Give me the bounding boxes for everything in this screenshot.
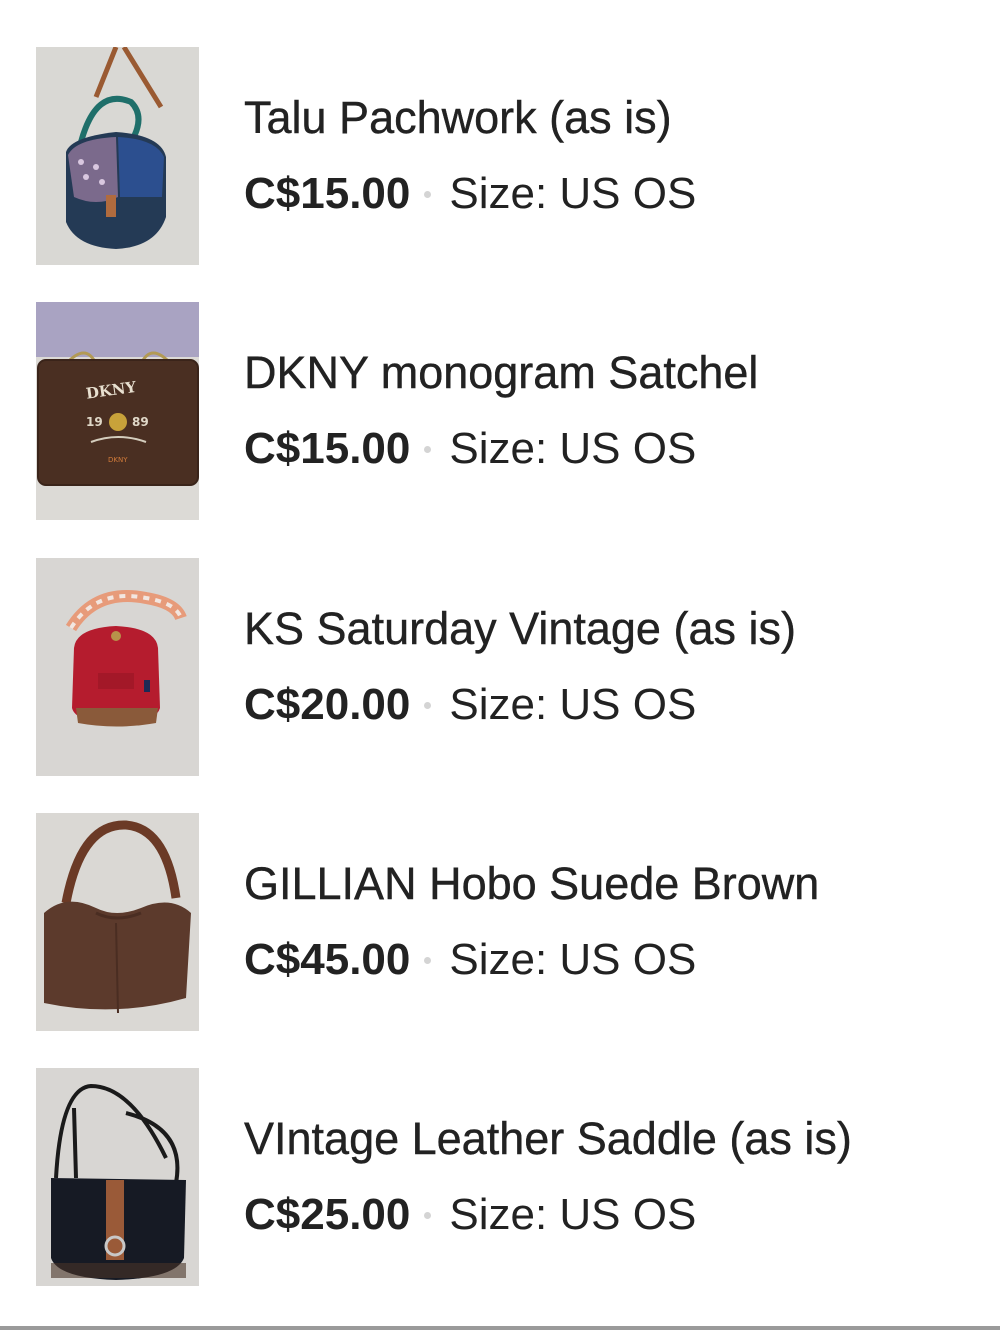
item-photo[interactable] <box>36 1068 199 1286</box>
separator-dot <box>424 1211 432 1219</box>
svg-text:19: 19 <box>86 415 103 429</box>
item-size: Size: US OS <box>449 680 697 729</box>
item-photo[interactable] <box>36 47 199 265</box>
brown-suede-hobo-bag-photo <box>36 813 199 1031</box>
item-price: C$15.00 <box>244 424 411 473</box>
item-meta: C$25.00 Size: US OS <box>244 1187 696 1243</box>
patchwork-crossbody-bag-photo <box>36 47 199 265</box>
item-title[interactable]: Talu Pachwork (as is) <box>244 90 672 146</box>
separator-dot <box>424 956 432 964</box>
item-meta: C$15.00 Size: US OS <box>244 166 696 222</box>
item-meta: C$45.00 Size: US OS <box>244 932 696 988</box>
bottom-divider <box>0 1326 1000 1330</box>
item-price: C$45.00 <box>244 935 411 984</box>
red-crossbody-bag-photo <box>36 558 199 776</box>
list-item[interactable]: Talu Pachwork (as is) C$15.00 Size: US O… <box>0 47 1000 265</box>
item-size: Size: US OS <box>449 169 697 218</box>
separator-dot <box>424 445 432 453</box>
separator-dot <box>424 190 432 198</box>
svg-text:89: 89 <box>132 415 149 429</box>
list-item[interactable]: DKNY 19 89 DKNY DKNY monogram Satchel C$… <box>0 302 1000 520</box>
svg-text:DKNY: DKNY <box>108 456 128 464</box>
item-meta: C$15.00 Size: US OS <box>244 421 696 477</box>
dkny-monogram-satchel-photo: DKNY 19 89 DKNY <box>36 302 199 520</box>
item-meta: C$20.00 Size: US OS <box>244 677 696 733</box>
item-title[interactable]: KS Saturday Vintage (as is) <box>244 601 796 657</box>
black-leather-saddle-bag-photo <box>36 1068 199 1286</box>
item-title[interactable]: VIntage Leather Saddle (as is) <box>244 1111 852 1167</box>
item-photo[interactable] <box>36 813 199 1031</box>
item-price: C$20.00 <box>244 680 411 729</box>
item-price: C$15.00 <box>244 169 411 218</box>
item-title[interactable]: DKNY monogram Satchel <box>244 345 759 401</box>
separator-dot <box>424 701 432 709</box>
item-title[interactable]: GILLIAN Hobo Suede Brown <box>244 856 820 912</box>
item-size: Size: US OS <box>449 935 697 984</box>
item-photo[interactable]: DKNY 19 89 DKNY <box>36 302 199 520</box>
list-item[interactable]: GILLIAN Hobo Suede Brown C$45.00 Size: U… <box>0 813 1000 1031</box>
item-price: C$25.00 <box>244 1190 411 1239</box>
item-size: Size: US OS <box>449 1190 697 1239</box>
list-item[interactable]: KS Saturday Vintage (as is) C$20.00 Size… <box>0 558 1000 776</box>
item-size: Size: US OS <box>449 424 697 473</box>
list-item[interactable]: VIntage Leather Saddle (as is) C$25.00 S… <box>0 1068 1000 1286</box>
item-photo[interactable] <box>36 558 199 776</box>
